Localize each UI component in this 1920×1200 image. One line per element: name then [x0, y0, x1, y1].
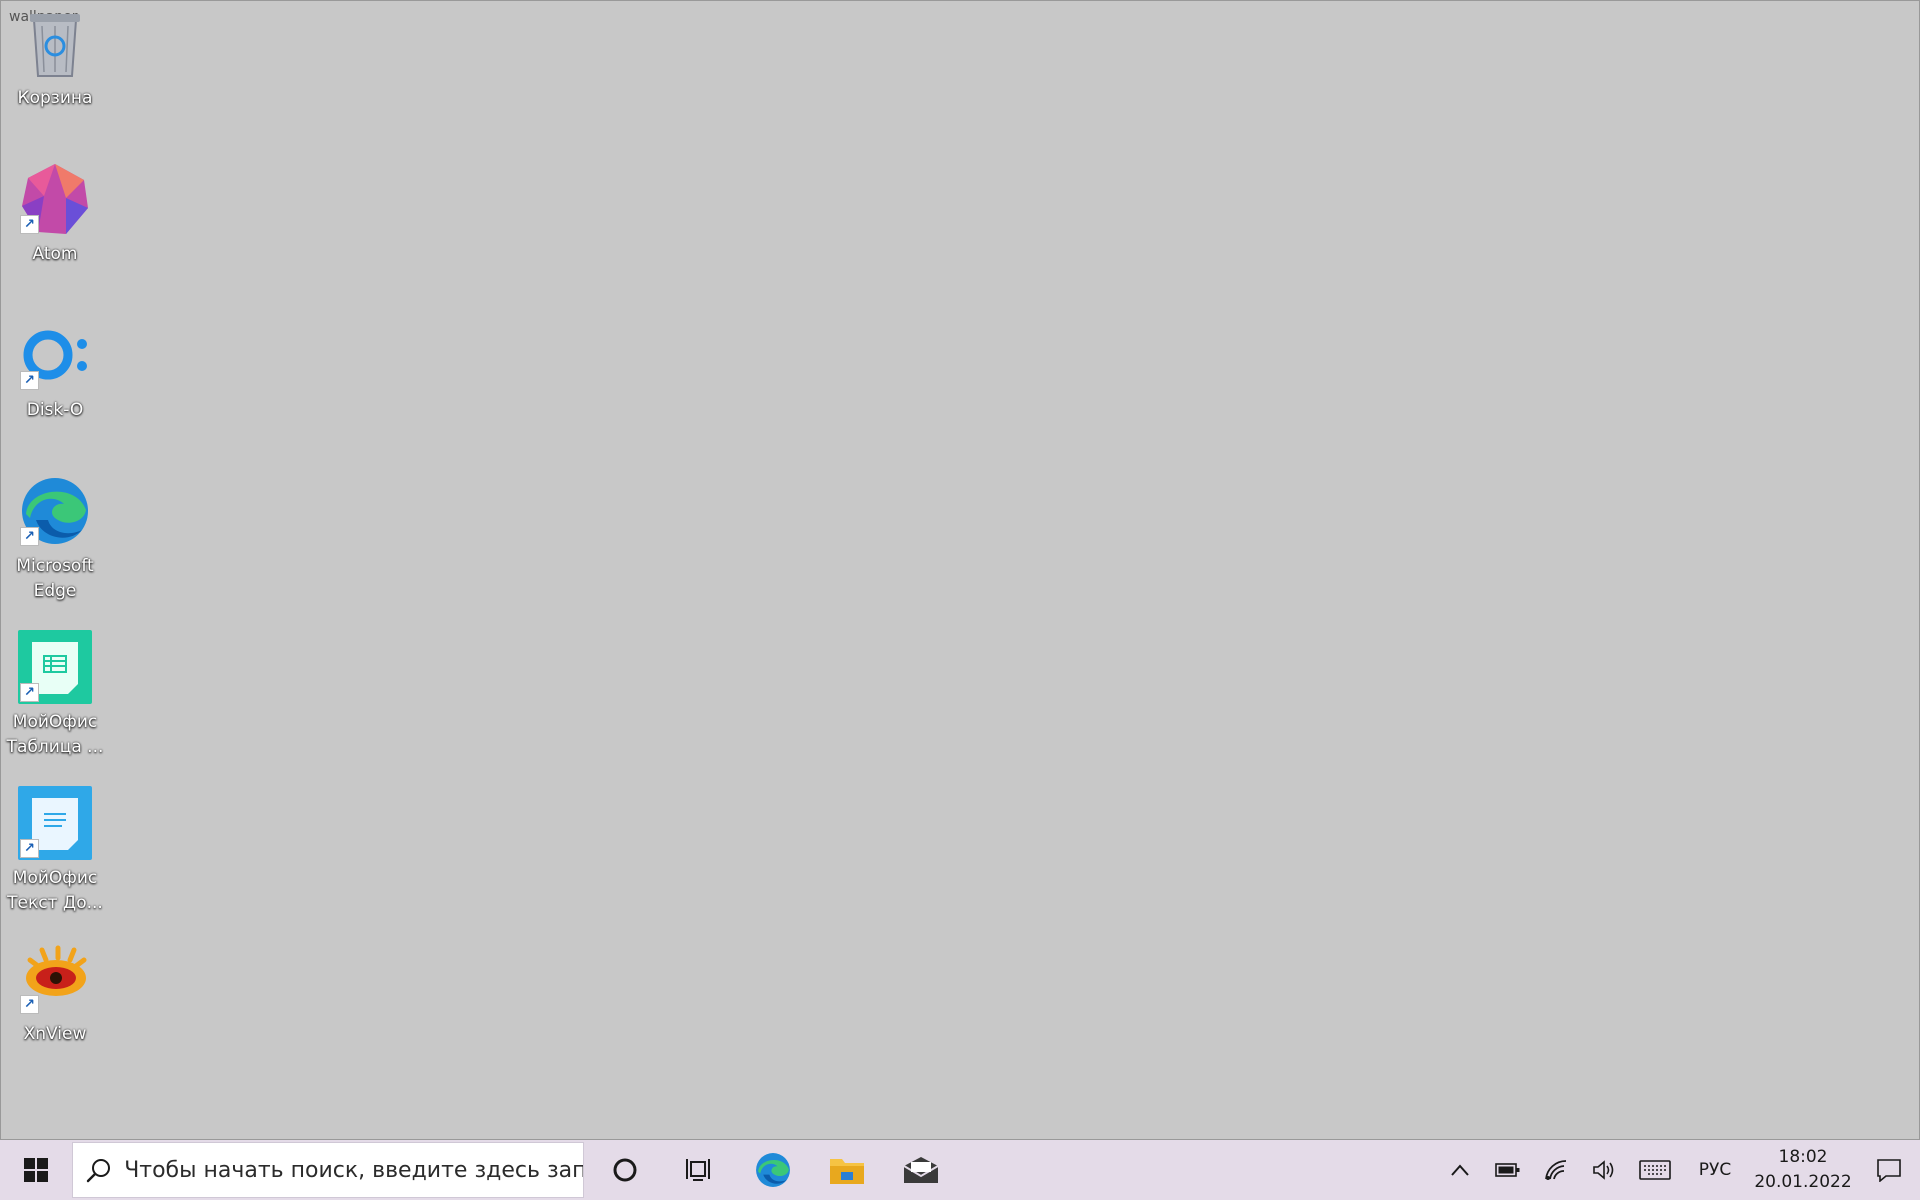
- myoffice-table-icon: ↗: [18, 630, 92, 704]
- desktop-icon-recycle-bin[interactable]: Корзина: [6, 6, 104, 111]
- desktop-icon-label: МойОфис Текст До...: [7, 868, 103, 913]
- desktop-icon-label: Disk-O: [26, 400, 84, 420]
- clock-time: 18:02: [1778, 1147, 1828, 1167]
- edge-icon: ↗: [18, 474, 92, 548]
- speaker-icon: [1593, 1160, 1614, 1180]
- myoffice-text-icon: ↗: [18, 786, 92, 860]
- chevron-up-icon: [1451, 1164, 1469, 1176]
- battery-icon: [1495, 1163, 1520, 1177]
- clock-date: 20.01.2022: [1754, 1172, 1852, 1192]
- task-view-button[interactable]: [662, 1140, 736, 1200]
- desktop-icon-myoffice-text[interactable]: ↗ МойОфис Текст До...: [6, 786, 104, 916]
- search-placeholder: Чтобы начать поиск, введите здесь запрос: [124, 1157, 583, 1183]
- language-indicator[interactable]: РУС: [1682, 1140, 1748, 1200]
- volume-button[interactable]: [1580, 1140, 1628, 1200]
- taskbar-mail-button[interactable]: [884, 1140, 958, 1200]
- mail-icon: [903, 1157, 939, 1183]
- taskbar-file-explorer-button[interactable]: [810, 1140, 884, 1200]
- network-button[interactable]: [1532, 1140, 1580, 1200]
- desktop-icon-label: Корзина: [17, 88, 93, 108]
- system-tray: РУС 18:02 20.01.2022: [1436, 1140, 1920, 1200]
- touch-keyboard-button[interactable]: [1628, 1140, 1682, 1200]
- desktop-wallpaper: wallpaper: [0, 0, 1920, 1140]
- folder-icon: [830, 1159, 864, 1184]
- desktop-icon-label: МойОфис Таблица ...: [6, 712, 104, 757]
- desktop-icon-microsoft-edge[interactable]: ↗ Microsoft Edge: [6, 474, 104, 604]
- shortcut-arrow-icon: ↗: [20, 371, 39, 390]
- taskbar: Чтобы начать поиск, введите здесь запрос: [0, 1140, 1920, 1200]
- desktop-icon-disk-o[interactable]: ↗ Disk-O: [6, 318, 104, 423]
- task-view-icon: [686, 1159, 710, 1181]
- shortcut-arrow-icon: ↗: [20, 527, 39, 546]
- shortcut-arrow-icon: ↗: [20, 995, 39, 1014]
- wifi-icon: [1545, 1160, 1567, 1180]
- search-icon: [73, 1157, 124, 1183]
- action-center-button[interactable]: [1858, 1140, 1920, 1200]
- keyboard-icon: [1639, 1160, 1671, 1180]
- shortcut-arrow-icon: ↗: [20, 839, 39, 858]
- windows-logo-icon: [24, 1158, 48, 1182]
- cortana-button[interactable]: [588, 1140, 662, 1200]
- clock[interactable]: 18:02 20.01.2022: [1748, 1140, 1858, 1200]
- shortcut-arrow-icon: ↗: [20, 683, 39, 702]
- atom-icon: ↗: [18, 162, 92, 236]
- desktop-icon-label: Atom: [32, 244, 78, 264]
- show-hidden-icons-button[interactable]: [1436, 1140, 1484, 1200]
- desktop-icon-myoffice-table[interactable]: ↗ МойОфис Таблица ...: [6, 630, 104, 760]
- notification-icon: [1877, 1159, 1901, 1182]
- start-button[interactable]: [0, 1140, 72, 1200]
- recycle-bin-icon: [18, 6, 92, 80]
- shortcut-arrow-icon: ↗: [20, 215, 39, 234]
- desktop-icon-xnview[interactable]: ↗ XnView: [6, 942, 104, 1047]
- desktop-icon-label: Microsoft Edge: [16, 556, 94, 601]
- disk-o-icon: ↗: [18, 318, 92, 392]
- desktop-icon-label: XnView: [23, 1024, 87, 1044]
- taskbar-edge-button[interactable]: [736, 1140, 810, 1200]
- cortana-circle-icon: [613, 1158, 637, 1182]
- desktop-icon-atom[interactable]: ↗ Atom: [6, 162, 104, 267]
- battery-button[interactable]: [1484, 1140, 1532, 1200]
- search-box[interactable]: Чтобы начать поиск, введите здесь запрос: [72, 1142, 584, 1198]
- edge-icon: [756, 1153, 790, 1187]
- xnview-icon: ↗: [18, 942, 92, 1016]
